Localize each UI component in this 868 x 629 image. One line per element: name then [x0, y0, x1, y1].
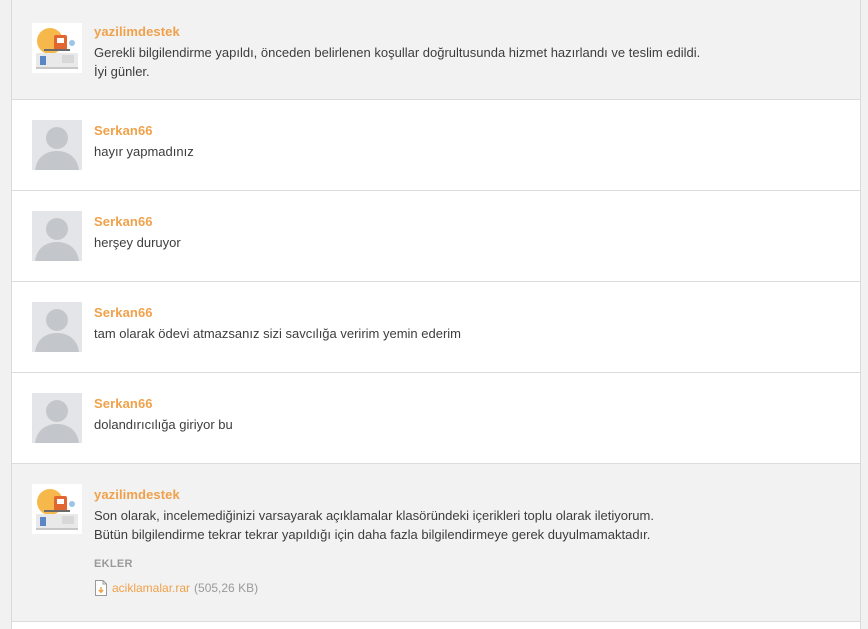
message-line: Bütün bilgilendirme tekrar tekrar yapıld… — [94, 527, 651, 542]
message-item: yazilimdestek Gerekli bilgilendirme yapı… — [12, 0, 860, 100]
seller-logo-icon[interactable] — [32, 23, 82, 73]
message-author[interactable]: Serkan66 — [94, 214, 153, 229]
message-item: Serkan66 dolandırıcılığa giriyor bu — [12, 373, 860, 464]
message-text: tam olarak ödevi atmazsanız sizi savcılı… — [94, 324, 461, 343]
message-item: Serkan66 hayır yapmadınız — [12, 100, 860, 191]
message-line: tam olarak ödevi atmazsanız sizi savcılı… — [94, 326, 462, 341]
message-author[interactable]: Serkan66 — [94, 305, 153, 320]
message-line: hayır yapmadınız — [94, 144, 194, 159]
message-thread: yazilimdestek Gerekli bilgilendirme yapı… — [11, 0, 861, 629]
message-author[interactable]: Serkan66 — [94, 123, 153, 138]
default-user-icon[interactable] — [32, 393, 82, 443]
default-user-icon[interactable] — [32, 211, 82, 261]
message-line: İyi günler. — [94, 64, 150, 79]
default-user-icon[interactable] — [32, 120, 82, 170]
message-text: dolandırıcılığa giriyor bu — [94, 415, 233, 434]
attachments-heading: EKLER — [94, 558, 133, 570]
message-text: Son olarak, incelemediğinizi varsayarak … — [94, 506, 654, 544]
message-text: herşey duruyor — [94, 233, 181, 252]
message-item: Serkan66 herşey duruyor — [12, 191, 860, 282]
message-text: Gerekli bilgilendirme yapıldı, önceden b… — [94, 43, 700, 81]
attachment-item: aciklamalar.rar (505,26 KB) — [94, 580, 258, 596]
message-item: Serkan66 tam olarak ödevi atmazsanız siz… — [12, 282, 860, 373]
file-download-icon[interactable] — [94, 580, 108, 596]
message-line: dolandırıcılığa giriyor bu — [94, 417, 233, 432]
seller-logo-icon[interactable] — [32, 484, 82, 534]
message-line: Son olarak, incelemediğinizi varsayarak … — [94, 508, 654, 523]
attachment-link[interactable]: aciklamalar.rar — [112, 581, 190, 595]
attachment-size: (505,26 KB) — [194, 581, 259, 595]
message-author[interactable]: yazilimdestek — [94, 487, 180, 502]
message-text: hayır yapmadınız — [94, 142, 194, 161]
message-author[interactable]: yazilimdestek — [94, 24, 180, 39]
message-line: Gerekli bilgilendirme yapıldı, önceden b… — [94, 45, 701, 60]
message-author[interactable]: Serkan66 — [94, 396, 153, 411]
message-item: yazilimdestek Son olarak, incelemediğini… — [12, 464, 860, 622]
message-line: herşey duruyor — [94, 235, 181, 250]
default-user-icon[interactable] — [32, 302, 82, 352]
